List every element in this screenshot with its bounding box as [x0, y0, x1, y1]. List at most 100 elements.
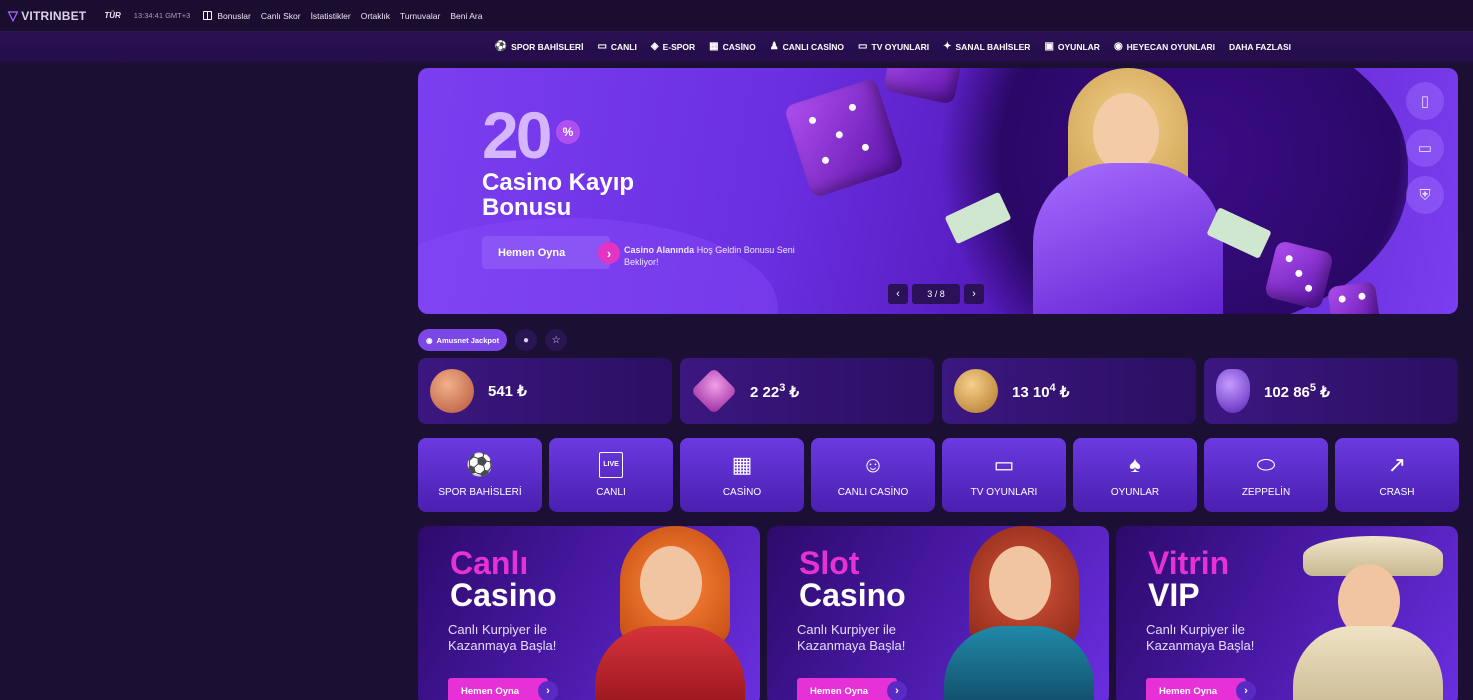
dealer-icon: ☺: [861, 451, 885, 477]
promo-title: Canlı: [450, 545, 529, 581]
bomb-icon[interactable]: ●: [515, 329, 538, 351]
tab-amusnet-jackpot[interactable]: ◉ Amusnet Jackpot: [418, 329, 508, 351]
jackpot-tabs: ◉ Amusnet Jackpot ● ☆: [418, 329, 568, 351]
nav-oyunlar[interactable]: ▣ OYUNLAR: [1044, 41, 1099, 53]
chevron-right-icon: ›: [887, 681, 907, 700]
hero-play-button[interactable]: Hemen Oyna ›: [482, 236, 620, 269]
promo-card-vitrin-vip[interactable]: Vitrin VIP Canlı Kurpiyer ile Kazanmaya …: [1116, 526, 1458, 700]
top-link-canli-skor[interactable]: Canlı Skor: [261, 11, 301, 21]
promo-play-button[interactable]: Hemen Oyna ›: [1146, 678, 1256, 700]
category-casino[interactable]: ▦ CASİNO: [680, 438, 804, 512]
category-canli-casino[interactable]: ☺ CANLI CASİNO: [811, 438, 935, 512]
jackpot-card[interactable]: 541 ₺: [418, 358, 672, 424]
top-link-bonuslar[interactable]: Bonuslar: [217, 11, 251, 21]
promo-subtitle: Canlı Kurpiyer ile Kazanmaya Başla!: [797, 622, 906, 653]
desktop-icon[interactable]: ▭: [1406, 129, 1444, 167]
nav-casino[interactable]: ▦ CASİNO: [709, 41, 756, 53]
zeppelin-icon: ⬭: [1256, 451, 1276, 477]
nav-canli-casino[interactable]: ♟ CANLI CASİNO: [769, 41, 844, 53]
runner-icon: ✦: [943, 41, 952, 52]
nav-daha-fazlasi[interactable]: DAHA FAZLASI: [1229, 42, 1291, 52]
live-icon: LIVE: [599, 451, 623, 478]
promo-subtitle: Canlı Kurpiyer ile Kazanmaya Başla!: [1146, 622, 1255, 653]
promo-play-button[interactable]: Hemen Oyna ›: [448, 678, 558, 700]
gift-icon: [203, 11, 213, 20]
hero-subtitle: Casino Alanında Hoş Geldin Bonusu Seni B…: [624, 245, 795, 267]
cards-icon: ♠: [1129, 451, 1141, 477]
nav-tv-oyunlari[interactable]: ▭ TV OYUNLARI: [858, 41, 929, 53]
tv-icon: ▭: [858, 41, 868, 52]
promo-play-button[interactable]: Hemen Oyna ›: [797, 678, 907, 700]
star-icon[interactable]: ☆: [545, 329, 568, 351]
crash-curve-icon: ↗: [1387, 451, 1407, 477]
crystal-gem-icon: [1216, 369, 1250, 413]
chevron-right-icon: ›: [598, 242, 620, 264]
logo-icon: ▽: [8, 7, 19, 23]
promo-title: Slot: [799, 545, 860, 581]
top-link-istatistikler[interactable]: İstatistikler: [311, 11, 351, 21]
dice-image: [783, 77, 905, 199]
shield-icon[interactable]: ⛨: [1406, 176, 1444, 214]
promo-title: VIP: [1148, 577, 1200, 613]
promo-character-image: [580, 526, 750, 700]
heart-gem-icon: [954, 369, 998, 413]
top-link-beni-ara[interactable]: Beni Ara: [450, 11, 482, 21]
promo-title: Vitrin: [1148, 545, 1230, 581]
category-oyunlar[interactable]: ♠ OYUNLAR: [1073, 438, 1197, 512]
soccer-ball-icon: ⚽: [466, 451, 494, 477]
mobile-icon[interactable]: ▯: [1406, 82, 1444, 120]
dealer-icon: ♟: [769, 41, 779, 52]
bonus-percent: 20: [482, 98, 552, 172]
promo-subtitle: Canlı Kurpiyer ile Kazanmaya Başla!: [448, 622, 557, 653]
top-link-ortaklik[interactable]: Ortaklık: [361, 11, 390, 21]
logo[interactable]: ▽ VITRINBET: [8, 8, 86, 24]
nav-spor-bahisleri[interactable]: ⚽ SPOR BAHİSLERİ: [494, 41, 584, 53]
dice-image: [1326, 280, 1382, 314]
category-zeppelin[interactable]: ⬭ ZEPPELİN: [1204, 438, 1328, 512]
nav-e-spor[interactable]: ◈ E-SPOR: [650, 41, 695, 53]
nav-sanal-bahisler[interactable]: ✦ SANAL BAHİSLER: [943, 41, 1030, 53]
hero-side-buttons: ▯ ▭ ⛨: [1406, 82, 1444, 214]
prev-slide-button[interactable]: ‹: [888, 284, 908, 304]
top-links: Bonuslar Canlı Skor İstatistikler Ortakl…: [217, 11, 482, 21]
tv-icon: ▭: [993, 451, 1015, 477]
jackpot-card[interactable]: 2 223 ₺: [680, 358, 934, 424]
heart-gem-icon: [430, 369, 474, 413]
hero-banner[interactable]: 20 % Casino Kayıp Bonusu Hemen Oyna › Ca…: [418, 68, 1458, 314]
hero-title: Casino Kayıp Bonusu: [482, 169, 635, 221]
nav-heyecan-oyunlari[interactable]: ◉ HEYECAN OYUNLARI: [1113, 41, 1215, 53]
slide-counter: 3 / 8: [912, 284, 960, 304]
promo-cards: Canlı Casino Canlı Kurpiyer ile Kazanmay…: [418, 526, 1458, 700]
language-selector[interactable]: TÜR: [104, 11, 120, 20]
top-link-turnuvalar[interactable]: Turnuvalar: [400, 11, 440, 21]
category-tiles: ⚽ SPOR BAHİSLERİ LIVE CANLI ▦ CASİNO ☺ CANLI…: [418, 438, 1459, 512]
slot-icon: ▦: [709, 41, 719, 52]
top-bar: ▽ VITRINBET TÜR 13:34:41 GMT+3 Bonuslar C…: [0, 0, 1473, 32]
promo-card-slot-casino[interactable]: Slot Casino Canlı Kurpiyer ile Kazanmaya…: [767, 526, 1109, 700]
hero-character-image: [944, 68, 1278, 314]
nav-canli[interactable]: ▭ CANLI: [597, 41, 636, 53]
next-slide-button[interactable]: ›: [964, 284, 984, 304]
category-tv-oyunlari[interactable]: ▭ TV OYUNLARI: [942, 438, 1066, 512]
target-icon: ◉: [1113, 41, 1123, 52]
live-icon: ▭: [597, 41, 607, 52]
promo-card-canli-casino[interactable]: Canlı Casino Canlı Kurpiyer ile Kazanmay…: [418, 526, 760, 700]
jackpot-value: 541 ₺: [488, 383, 527, 400]
category-spor-bahisleri[interactable]: ⚽ SPOR BAHİSLERİ: [418, 438, 542, 512]
jackpot-card[interactable]: 13 104 ₺: [942, 358, 1196, 424]
promo-character-image: [929, 526, 1099, 700]
promo-title: Casino: [799, 577, 906, 613]
jackpot-card[interactable]: 102 865 ₺: [1204, 358, 1458, 424]
promo-character-image: [1278, 526, 1448, 700]
diamond-gem-icon: [690, 367, 738, 415]
category-canli[interactable]: LIVE CANLI: [549, 438, 673, 512]
slot-machine-icon: ▦: [731, 451, 753, 477]
dice-icon: ▣: [1044, 41, 1054, 52]
jackpot-cards: 541 ₺ 2 223 ₺ 13 104 ₺ 102 865 ₺: [418, 358, 1458, 424]
hero-pager: ‹ 3 / 8 ›: [888, 284, 984, 304]
jackpot-value: 2 223 ₺: [750, 381, 800, 401]
soccer-ball-icon: ⚽: [494, 41, 508, 52]
jackpot-value: 13 104 ₺: [1012, 381, 1070, 401]
category-crash[interactable]: ↗ CRASH: [1335, 438, 1459, 512]
gamepad-icon: ◈: [650, 41, 659, 52]
